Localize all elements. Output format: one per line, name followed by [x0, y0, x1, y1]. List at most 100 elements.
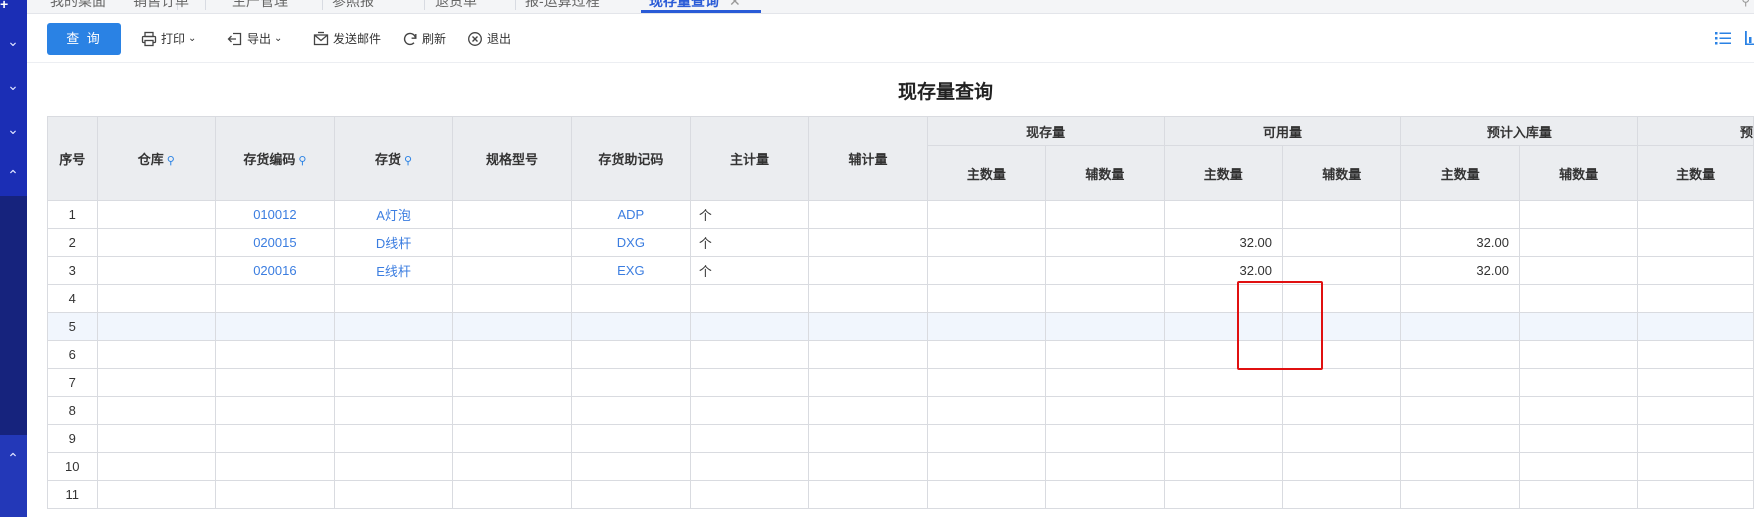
table-row[interactable]: 8	[47, 396, 1754, 425]
header-item[interactable]: 存货 ⚲	[333, 116, 454, 201]
plus-icon[interactable]: +	[0, 0, 14, 11]
list-view-icon[interactable]	[1714, 29, 1732, 47]
cell-item[interactable]	[333, 396, 454, 425]
exit-button[interactable]: 退出	[467, 29, 511, 49]
cell-mnemonic[interactable]: DXG	[570, 228, 691, 257]
table-row[interactable]: 5	[47, 312, 1754, 341]
tab-separator	[424, 0, 425, 10]
cell-item[interactable]: E线杆	[333, 256, 454, 285]
header-truncated-main-qty[interactable]: 主数量	[1637, 145, 1754, 201]
cell-item-code[interactable]: 020016	[214, 256, 335, 285]
refresh-button[interactable]: 刷新	[402, 29, 446, 49]
tab-production[interactable]: 生产管理	[232, 0, 288, 11]
cell-item[interactable]	[333, 284, 454, 313]
export-button[interactable]: 导出 ⌄	[227, 29, 282, 49]
cell-truncated-main	[1637, 480, 1754, 509]
header-warehouse[interactable]: 仓库 ⚲	[96, 116, 216, 201]
cell-item-code[interactable]	[214, 452, 335, 481]
header-available-main-qty[interactable]: 主数量	[1163, 145, 1284, 201]
cell-item[interactable]: A灯泡	[333, 200, 454, 229]
cell-mnemonic[interactable]	[570, 452, 691, 481]
chevron-down-icon[interactable]: ⌄	[4, 76, 22, 94]
cell-item-code[interactable]: 020015	[214, 228, 335, 257]
header-expected-main-qty[interactable]: 主数量	[1400, 145, 1520, 201]
cell-item[interactable]	[333, 480, 454, 509]
header-spec[interactable]: 规格型号	[452, 116, 572, 201]
cell-mnemonic[interactable]	[570, 284, 691, 313]
cell-item-code[interactable]: 010012	[214, 200, 335, 229]
cell-mnemonic[interactable]	[570, 424, 691, 453]
table-row[interactable]: 4	[47, 284, 1754, 313]
table-row[interactable]: 7	[47, 368, 1754, 397]
cell-item[interactable]	[333, 340, 454, 369]
cell-available-aux	[1282, 312, 1402, 341]
chevron-down-icon[interactable]: ⌄	[4, 120, 22, 138]
header-item-code[interactable]: 存货编码 ⚲	[214, 116, 335, 201]
cell-item[interactable]	[333, 452, 454, 481]
print-button[interactable]: 打印 ⌄	[141, 29, 196, 49]
header-aux-unit[interactable]: 辅计量	[808, 116, 928, 201]
table-row[interactable]: 3 020016 E线杆 EXG 个 32.00 32.00	[47, 256, 1754, 285]
cell-onhand-main	[926, 368, 1047, 397]
cell-onhand-aux	[1045, 452, 1165, 481]
cell-item-code[interactable]	[214, 480, 335, 509]
chevron-up-icon[interactable]: ⌃	[4, 166, 22, 184]
search-icon[interactable]: ⚲	[1741, 0, 1750, 8]
cell-expected-main	[1400, 480, 1520, 509]
send-email-button[interactable]: 发送邮件	[313, 29, 381, 49]
cell-warehouse	[96, 368, 216, 397]
cell-main-unit	[689, 340, 810, 369]
cell-mnemonic[interactable]: ADP	[570, 200, 691, 229]
header-seq[interactable]: 序号	[47, 116, 98, 201]
close-icon[interactable]: ✕	[729, 0, 741, 9]
header-expected-aux-qty[interactable]: 辅数量	[1518, 145, 1639, 201]
table-row[interactable]: 10	[47, 452, 1754, 481]
cell-mnemonic[interactable]	[570, 340, 691, 369]
table-row[interactable]: 11	[47, 480, 1754, 509]
cell-mnemonic[interactable]: EXG	[570, 256, 691, 285]
header-onhand-aux-qty[interactable]: 辅数量	[1045, 145, 1165, 201]
cell-item[interactable]	[333, 424, 454, 453]
cell-item[interactable]	[333, 368, 454, 397]
table-row[interactable]: 9	[47, 424, 1754, 453]
cell-item-code[interactable]	[214, 340, 335, 369]
cell-item-code[interactable]	[214, 368, 335, 397]
table-row[interactable]: 1 010012 A灯泡 ADP 个	[47, 200, 1754, 229]
cell-main-unit: 个	[689, 256, 810, 285]
tab-calc-process[interactable]: 报-运算过程	[525, 0, 600, 11]
cell-item[interactable]: D线杆	[333, 228, 454, 257]
tab-onhand-query[interactable]: 现存量查询 ✕	[641, 0, 761, 13]
header-mnemonic[interactable]: 存货助记码	[570, 116, 691, 201]
cell-mnemonic[interactable]	[570, 396, 691, 425]
query-button[interactable]: 查 询	[47, 23, 121, 55]
refresh-icon	[403, 32, 417, 46]
cell-mnemonic[interactable]	[570, 368, 691, 397]
cell-item-code[interactable]	[214, 284, 335, 313]
cell-item-code[interactable]	[214, 312, 335, 341]
tab-reference[interactable]: 参照报	[332, 0, 374, 11]
chart-view-icon[interactable]	[1744, 29, 1754, 47]
cell-mnemonic[interactable]	[570, 312, 691, 341]
tab-return[interactable]: 退货单	[435, 0, 477, 11]
cell-item-code[interactable]	[214, 396, 335, 425]
pin-icon[interactable]: ⚲	[167, 155, 175, 167]
printer-icon	[141, 31, 157, 47]
tab-sales-order[interactable]: 销售订单	[133, 0, 189, 11]
chevron-down-icon: ⌄	[274, 33, 283, 44]
header-onhand-main-qty[interactable]: 主数量	[926, 145, 1047, 201]
chevron-up-icon[interactable]: ⌃	[4, 449, 22, 467]
cell-available-main	[1163, 284, 1284, 313]
header-main-unit[interactable]: 主计量	[689, 116, 810, 201]
pin-icon[interactable]: ⚲	[404, 155, 412, 167]
table-row[interactable]: 2 020015 D线杆 DXG 个 32.00 32.00	[47, 228, 1754, 257]
cell-aux-unit	[808, 284, 928, 313]
cell-item[interactable]	[333, 312, 454, 341]
cell-aux-unit	[808, 424, 928, 453]
cell-item-code[interactable]	[214, 424, 335, 453]
chevron-down-icon[interactable]: ⌄	[4, 32, 22, 50]
pin-icon[interactable]: ⚲	[298, 155, 306, 167]
cell-mnemonic[interactable]	[570, 480, 691, 509]
table-row[interactable]: 6	[47, 340, 1754, 369]
header-available-aux-qty[interactable]: 辅数量	[1282, 145, 1402, 201]
tab-my-desktop[interactable]: 我的桌面	[50, 0, 106, 11]
